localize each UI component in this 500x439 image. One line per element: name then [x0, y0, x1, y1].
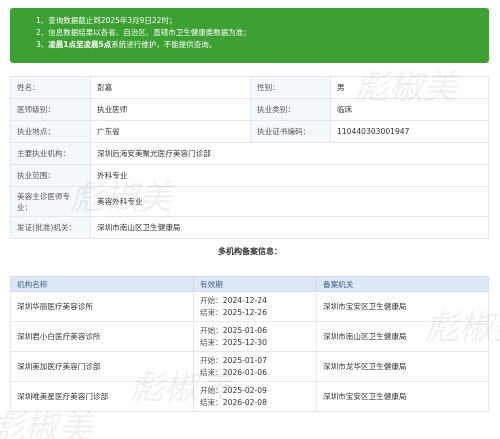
notice-line-3-prefix: 3、: [36, 40, 49, 49]
info-row-level: 医师级别： 执业医师 执业类别： 临床: [10, 98, 489, 121]
org-value: 深圳后海安美聚光医疗美容门诊部: [90, 142, 489, 165]
table-row: 深圳君小白医疗美容诊所 开始：2025-01-06 结束：2025-12-30 …: [10, 321, 489, 352]
issuer-value: 深圳市南山区卫生健康局: [90, 216, 489, 239]
row-valid-period: 开始：2025-02-09 结束：2026-02-08: [193, 381, 317, 412]
end-label: 结束：: [200, 397, 223, 407]
row-end: 结束：2025-12-30: [200, 337, 310, 349]
notice-line-1: 1、查询数据截止到2025年3月9日22时；: [36, 16, 177, 25]
end-date: 2026-01-06: [222, 367, 267, 377]
col-header-dept: 备案机关: [316, 276, 489, 292]
table-row: 深圳唯美星医疗美容门诊部 开始：2025-02-09 结束：2026-02-08…: [10, 381, 489, 412]
scope-value: 外科专业: [90, 164, 489, 187]
notice-line-3-bold: 凌晨1点至凌晨5点: [48, 40, 112, 49]
info-row-name: 姓名： 彭嘉 性别： 男: [10, 76, 489, 99]
info-row-major: 美容主诊医师专业： 美容外科专业: [10, 186, 489, 217]
col-header-org: 机构名称: [10, 276, 194, 292]
start-date: 2025-02-09: [222, 385, 267, 395]
name-label: 姓名：: [10, 76, 91, 99]
location-value: 广东省: [90, 120, 251, 143]
major-label: 美容主诊医师专业：: [10, 186, 91, 217]
scope-label: 执业范围：: [10, 164, 91, 187]
col-header-valid: 有效期: [193, 276, 317, 292]
category-label: 执业类别：: [250, 98, 331, 121]
start-label: 开始：: [200, 385, 223, 395]
row-org-name: 深圳君小白医疗美容诊所: [10, 321, 194, 352]
row-valid-period: 开始：2024-12-24 结束：2025-12-26: [193, 291, 317, 322]
row-valid-period: 开始：2025-01-07 结束：2026-01-06: [193, 351, 317, 382]
location-label: 执业地点：: [10, 120, 91, 143]
row-valid-period: 开始：2025-01-06 结束：2025-12-30: [193, 321, 317, 352]
end-date: 2025-12-26: [222, 307, 267, 317]
level-value: 执业医师: [90, 98, 251, 121]
row-start: 开始：2025-01-07: [200, 355, 310, 367]
end-label: 结束：: [200, 307, 223, 317]
row-org-name: 深圳华丽医疗美容诊所: [10, 291, 194, 322]
multi-org-title: 多机构备案信息：: [218, 247, 282, 256]
start-date: 2024-12-24: [222, 295, 267, 305]
multi-org-table: 机构名称 有效期 备案机关 深圳华丽医疗美容诊所 开始：2024-12-24 结…: [10, 276, 489, 412]
start-label: 开始：: [200, 325, 223, 335]
cert-value: 110440303001947: [330, 120, 489, 143]
row-end: 结束：2026-02-08: [200, 397, 310, 409]
gender-label: 性别：: [250, 76, 331, 99]
row-org-name: 深圳唯美星医疗美容门诊部: [10, 381, 194, 412]
name-value: 彭嘉: [90, 76, 251, 99]
info-row-org: 主要执业机构： 深圳后海安美聚光医疗美容门诊部: [10, 142, 489, 165]
notice-banner: 1、查询数据截止到2025年3月9日22时； 2、信息数据结果以各省、自治区、直…: [10, 8, 489, 63]
row-dept: 深圳市宝安区卫生健康局: [316, 381, 489, 412]
multi-org-header-row: 机构名称 有效期 备案机关: [10, 276, 489, 292]
row-dept: 深圳市南山区卫生健康局: [316, 321, 489, 352]
start-date: 2025-01-06: [222, 325, 267, 335]
notice-line-3: 3、凌晨1点至凌晨5点系统进行维护，不能提供查询。: [36, 39, 489, 51]
row-end: 结束：2026-01-06: [200, 367, 310, 379]
gender-value: 男: [330, 76, 489, 99]
table-row: 深圳华丽医疗美容诊所 开始：2024-12-24 结束：2025-12-26 深…: [10, 291, 489, 322]
start-date: 2025-01-07: [222, 355, 267, 365]
start-label: 开始：: [200, 295, 223, 305]
info-row-location: 执业地点： 广东省 执业证书编码： 110440303001947: [10, 120, 489, 143]
row-dept: 深圳市龙华区卫生健康局: [316, 351, 489, 382]
cert-label: 执业证书编码：: [250, 120, 331, 143]
end-date: 2025-12-30: [222, 337, 267, 347]
doctor-info-table: 姓名： 彭嘉 性别： 男 医师级别： 执业医师 执业类别： 临床 执业地点： 广…: [10, 76, 489, 239]
level-label: 医师级别：: [10, 98, 91, 121]
row-start: 开始：2025-02-09: [200, 385, 310, 397]
notice-line-2: 2、信息数据结果以各省、自治区、直辖市卫生健康委数据为准；: [36, 28, 251, 37]
notice-line-3-suffix: 系统进行维护，不能提供查询。: [111, 40, 217, 49]
issuer-label: 发证(批准)机关：: [10, 216, 91, 239]
row-dept: 深圳市宝安区卫生健康局: [316, 291, 489, 322]
major-value: 美容外科专业: [90, 186, 489, 217]
table-row: 深圳美加医疗美容门诊部 开始：2025-01-07 结束：2026-01-06 …: [10, 351, 489, 382]
end-date: 2026-02-08: [222, 397, 267, 407]
row-end: 结束：2025-12-26: [200, 307, 310, 319]
category-value: 临床: [330, 98, 489, 121]
row-start: 开始：2025-01-06: [200, 325, 310, 337]
end-label: 结束：: [200, 367, 223, 377]
row-org-name: 深圳美加医疗美容门诊部: [10, 351, 194, 382]
start-label: 开始：: [200, 355, 223, 365]
org-label: 主要执业机构：: [10, 142, 91, 165]
info-row-issuer: 发证(批准)机关： 深圳市南山区卫生健康局: [10, 216, 489, 239]
end-label: 结束：: [200, 337, 223, 347]
row-start: 开始：2024-12-24: [200, 295, 310, 307]
info-row-scope: 执业范围： 外科专业: [10, 164, 489, 187]
